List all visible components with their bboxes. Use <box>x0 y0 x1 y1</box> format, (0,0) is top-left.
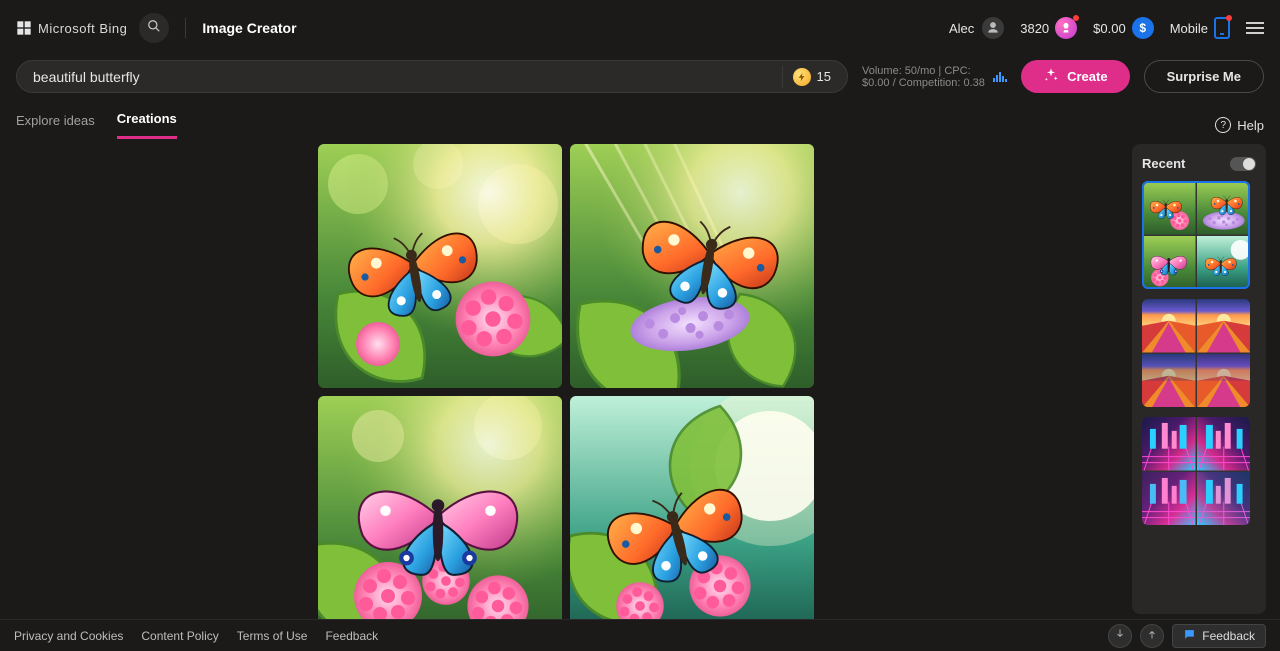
surprise-label: Surprise Me <box>1167 69 1241 84</box>
rewards-points[interactable]: 3820 <box>1020 17 1077 39</box>
prompt-box: 15 <box>16 60 848 93</box>
recent-toggle[interactable] <box>1230 157 1256 171</box>
points-value: 3820 <box>1020 21 1049 36</box>
search-button[interactable] <box>139 13 169 43</box>
footer-privacy-link[interactable]: Privacy and Cookies <box>14 629 123 643</box>
tab-creations[interactable]: Creations <box>117 111 177 139</box>
prompt-input[interactable] <box>33 69 772 85</box>
chevron-up-icon <box>1146 628 1158 643</box>
feedback-label: Feedback <box>1202 629 1255 643</box>
boost-coin-icon <box>793 68 811 86</box>
top-bar: Microsoft Bing Image Creator Alec 3820 $… <box>0 0 1280 56</box>
help-label: Help <box>1237 118 1264 133</box>
generated-image[interactable] <box>318 144 562 388</box>
create-button[interactable]: Create <box>1021 60 1129 93</box>
notification-dot-icon <box>1226 15 1232 21</box>
boost-count: 15 <box>817 69 831 84</box>
generated-image[interactable] <box>318 396 562 640</box>
bing-logo-text: Microsoft Bing <box>38 21 127 36</box>
chevron-down-icon <box>1114 628 1126 643</box>
scroll-down-button[interactable] <box>1108 624 1132 648</box>
search-icon <box>147 19 161 38</box>
mobile-link[interactable]: Mobile <box>1170 17 1230 39</box>
seo-hint: Volume: 50/mo | CPC: $0.00 / Competition… <box>862 65 1007 89</box>
user-name: Alec <box>949 21 974 36</box>
generated-image[interactable] <box>570 396 814 640</box>
scroll-up-button[interactable] <box>1140 624 1164 648</box>
divider <box>782 66 783 88</box>
bing-logo-icon <box>16 20 32 36</box>
cashback-balance[interactable]: $0.00 $ <box>1093 17 1154 39</box>
footer: Privacy and Cookies Content Policy Terms… <box>0 619 1280 651</box>
tabs-row: Explore ideas Creations ? Help <box>0 93 1280 139</box>
rewards-icon <box>1055 17 1077 39</box>
recent-panel: Recent <box>1132 144 1266 614</box>
product-title[interactable]: Image Creator <box>202 20 296 36</box>
sparkle-icon <box>1043 67 1059 86</box>
help-link[interactable]: ? Help <box>1215 117 1264 133</box>
cashback-value: $0.00 <box>1093 21 1126 36</box>
generated-grid <box>318 144 814 640</box>
chat-icon <box>1183 628 1196 644</box>
canvas-area: Recent <box>0 144 1280 619</box>
feedback-button[interactable]: Feedback <box>1172 624 1266 648</box>
prompt-row: 15 Volume: 50/mo | CPC: $0.00 / Competit… <box>0 56 1280 93</box>
boost-chip[interactable]: 15 <box>793 68 839 86</box>
tab-explore-ideas[interactable]: Explore ideas <box>16 113 95 138</box>
seo-hint-text: Volume: 50/mo | CPC: $0.00 / Competition… <box>862 65 987 89</box>
recent-title: Recent <box>1142 156 1185 171</box>
surprise-me-button[interactable]: Surprise Me <box>1144 60 1264 93</box>
dollar-icon: $ <box>1132 17 1154 39</box>
footer-terms-link[interactable]: Terms of Use <box>237 629 308 643</box>
bing-logo[interactable]: Microsoft Bing <box>16 20 127 36</box>
recent-thumbnail[interactable] <box>1142 299 1250 407</box>
generated-image[interactable] <box>570 144 814 388</box>
footer-feedback-link[interactable]: Feedback <box>325 629 378 643</box>
notification-dot-icon <box>1073 15 1079 21</box>
footer-content-policy-link[interactable]: Content Policy <box>141 629 218 643</box>
recent-thumbnail[interactable] <box>1142 181 1250 289</box>
mobile-label: Mobile <box>1170 21 1208 36</box>
avatar <box>982 17 1004 39</box>
menu-button[interactable] <box>1246 22 1264 34</box>
bar-chart-icon <box>993 72 1007 82</box>
create-label: Create <box>1067 69 1107 84</box>
recent-thumbnail[interactable] <box>1142 417 1250 525</box>
divider <box>185 18 186 38</box>
help-icon: ? <box>1215 117 1231 133</box>
account-menu[interactable]: Alec <box>949 17 1004 39</box>
